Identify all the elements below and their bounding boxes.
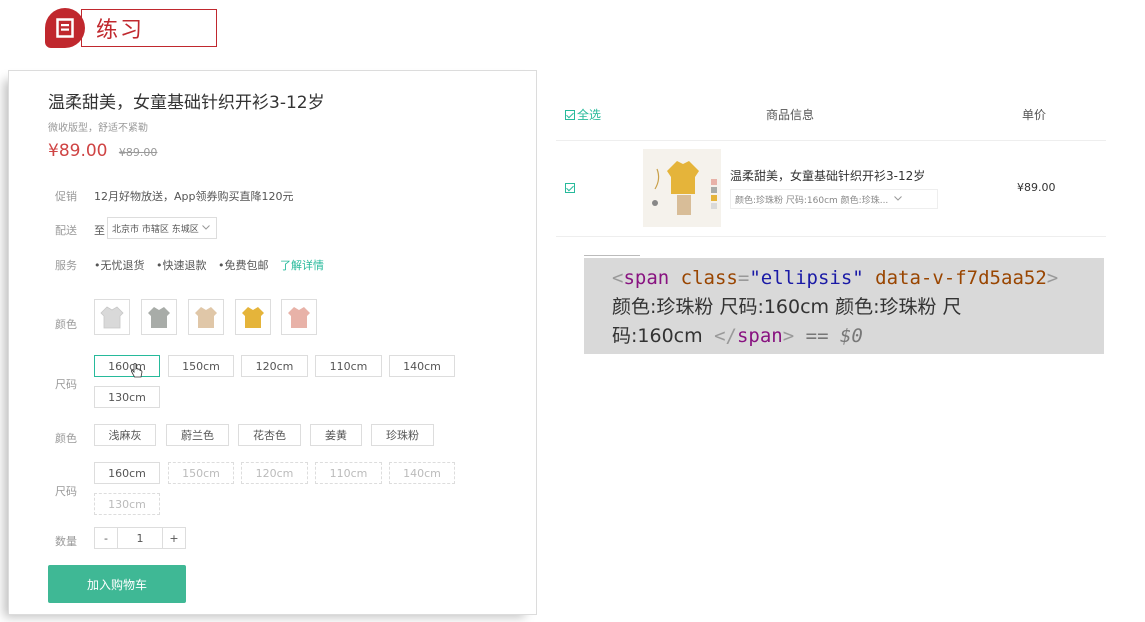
- service-label: 服务: [55, 259, 77, 272]
- sweater-icon: [195, 307, 217, 328]
- size-option[interactable]: 160cm: [94, 462, 160, 484]
- document-icon: [45, 8, 85, 48]
- service-item: •免费包邮: [218, 259, 269, 272]
- increment-button[interactable]: +: [163, 528, 185, 548]
- code-text: 码:160cm: [612, 325, 703, 347]
- code-attr-name: class: [680, 267, 738, 289]
- service-item: •无忧退货: [94, 259, 145, 272]
- size-option-disabled: 120cm: [241, 462, 308, 484]
- code-line-3: 码:160cm </span> == $0: [612, 325, 863, 347]
- address-select[interactable]: 北京市 市辖区 东城区: [107, 217, 217, 239]
- section-title: 练习: [81, 9, 217, 47]
- address-value: 北京市 市辖区 东城区: [112, 224, 199, 235]
- select-all-label: 全选: [577, 108, 602, 122]
- color-option[interactable]: 花杏色: [238, 424, 301, 446]
- cart-header: 全选 商品信息 单价: [556, 98, 1106, 141]
- code-line-1: <span class="ellipsis" data-v-f7d5aa52>: [612, 267, 1059, 289]
- size-option[interactable]: 110cm: [315, 355, 382, 377]
- size-label: 尺码: [55, 485, 77, 498]
- sweater-icon: [100, 306, 124, 329]
- color-swatch[interactable]: [188, 299, 224, 335]
- sweater-icon: [242, 307, 264, 328]
- size-option[interactable]: 160cm: [94, 355, 160, 377]
- color-swatch[interactable]: [281, 299, 317, 335]
- promo-text: 12月好物放送，App领券购买直降120元: [94, 190, 294, 203]
- cart-item-attrs[interactable]: 颜色:珍珠粉 尺码:160cm 颜色:珍珠...: [730, 189, 938, 209]
- color-swatch[interactable]: [141, 299, 177, 335]
- product-title: 温柔甜美，女童基础针织开衫3-12岁: [48, 93, 325, 113]
- add-to-cart-button[interactable]: 加入购物车: [48, 565, 186, 603]
- product-price: ¥89.00 ¥89.00: [48, 141, 157, 161]
- size-option[interactable]: 140cm: [389, 355, 455, 377]
- color-option[interactable]: 浅麻灰: [94, 424, 156, 446]
- product-subtitle: 微收版型，舒适不紧勒: [48, 123, 148, 134]
- color-swatch[interactable]: [94, 299, 130, 335]
- item-checkbox[interactable]: [565, 183, 575, 193]
- color-option[interactable]: 珍珠粉: [371, 424, 434, 446]
- size-option-disabled: 130cm: [94, 493, 160, 515]
- sweater-icon: [148, 307, 170, 328]
- code-console-ref: == $0: [805, 325, 863, 347]
- product-card: 温柔甜美，女童基础针织开衫3-12岁 微收版型，舒适不紧勒 ¥89.00 ¥89…: [8, 70, 537, 615]
- color-option[interactable]: 蔚兰色: [166, 424, 229, 446]
- code-tag: span: [736, 325, 783, 347]
- color-swatch[interactable]: [235, 299, 271, 335]
- cart-item-row: 温柔甜美，女童基础针织开衫3-12岁 颜色:珍珠粉 尺码:160cm 颜色:珍珠…: [556, 141, 1106, 237]
- color-label: 颜色: [55, 432, 77, 445]
- service-item: •快速退款: [156, 259, 207, 272]
- service-details-link[interactable]: 了解详情: [280, 259, 324, 272]
- code-text: 颜色:珍珠粉 尺码:160cm 颜色:珍珠粉 尺: [612, 296, 962, 318]
- hand-cursor-icon: [130, 363, 143, 383]
- code-line-2: 颜色:珍珠粉 尺码:160cm 颜色:珍珠粉 尺: [612, 293, 1104, 322]
- size-option-disabled: 150cm: [168, 462, 234, 484]
- old-price: ¥89.00: [118, 146, 158, 159]
- decrement-button[interactable]: -: [95, 528, 117, 548]
- chevron-down-icon: [201, 223, 210, 233]
- quantity-value[interactable]: 1: [117, 528, 163, 548]
- column-header-price: 单价: [1022, 108, 1047, 122]
- quantity-label: 数量: [55, 535, 77, 548]
- promo-label: 促销: [55, 190, 77, 203]
- code-scope-attr: data-v-f7d5aa52: [875, 267, 1047, 289]
- divider: [584, 255, 640, 256]
- current-price: ¥89.00: [48, 141, 108, 161]
- code-attr-value: "ellipsis": [749, 267, 864, 289]
- size-option-disabled: 110cm: [315, 462, 382, 484]
- product-thumbnail: [643, 149, 721, 227]
- color-option[interactable]: 姜黄: [310, 424, 362, 446]
- size-option-disabled: 140cm: [389, 462, 455, 484]
- delivery-to: 至: [94, 224, 105, 237]
- size-option[interactable]: 120cm: [241, 355, 308, 377]
- devtools-element-snippet: <span class="ellipsis" data-v-f7d5aa52> …: [584, 258, 1104, 354]
- column-header-info: 商品信息: [766, 108, 815, 122]
- quantity-stepper: - 1 +: [94, 527, 186, 549]
- select-all[interactable]: 全选: [565, 106, 601, 123]
- delivery-label: 配送: [55, 224, 77, 237]
- size-option[interactable]: 150cm: [168, 355, 234, 377]
- code-tag: span: [623, 267, 670, 289]
- size-label: 尺码: [55, 378, 77, 391]
- chevron-down-icon: [894, 194, 903, 204]
- checkbox-checked-icon: [565, 109, 575, 120]
- color-label: 颜色: [55, 318, 77, 331]
- cart-item-name[interactable]: 温柔甜美，女童基础针织开衫3-12岁: [730, 167, 925, 184]
- cart-item-price: ¥89.00: [1017, 181, 1056, 194]
- service-list: •无忧退货 •快速退款 •免费包邮 了解详情: [94, 257, 324, 273]
- size-option[interactable]: 130cm: [94, 386, 160, 408]
- sweater-icon: [288, 307, 310, 328]
- section-header: 练习: [45, 8, 217, 48]
- cart-item-attrs-text: 颜色:珍珠粉 尺码:160cm 颜色:珍珠...: [735, 195, 889, 206]
